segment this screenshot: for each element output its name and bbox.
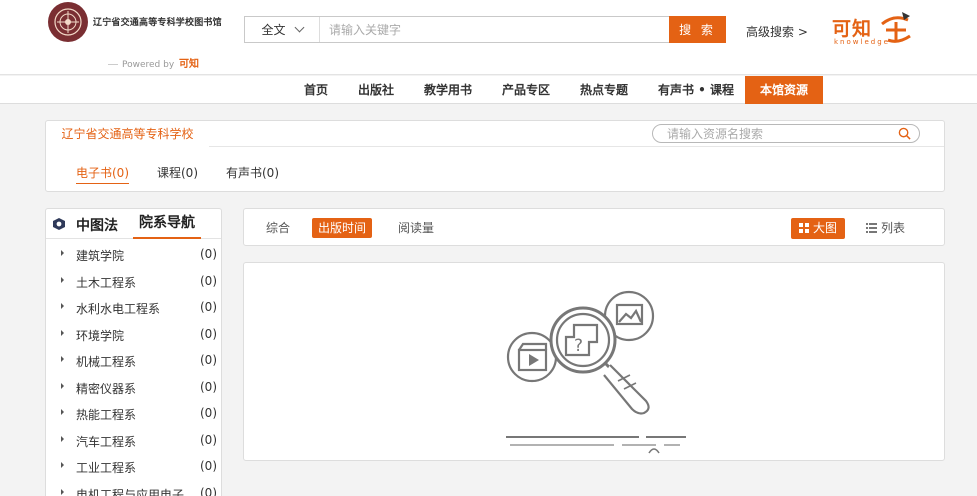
chevron-right-icon	[61, 277, 64, 283]
dept-count: (0)	[200, 459, 217, 473]
dept-name: 建筑学院	[76, 249, 125, 263]
school-tab[interactable]: 辽宁省交通高等专科学校	[46, 121, 209, 147]
dept-count: (0)	[200, 300, 217, 314]
resource-search-input[interactable]	[667, 125, 887, 142]
chevron-right-icon	[61, 462, 64, 468]
dept-name: 机械工程系	[76, 355, 137, 369]
dept-name: 土木工程系	[76, 276, 137, 290]
sort-bar: 综合 出版时间 阅读量 大图 列表	[243, 208, 945, 246]
powered-by-brand: 可知	[179, 59, 200, 70]
panel-divider	[209, 146, 944, 147]
sidebar-item-dept[interactable]: 建筑学院 (0)	[46, 241, 221, 267]
dept-name: 工业工程系	[76, 461, 137, 475]
sort-option-publish-date[interactable]: 出版时间	[312, 218, 373, 238]
brand-logo-subtext: knowledge	[834, 38, 890, 46]
nav-item-textbooks[interactable]: 教学用书	[424, 76, 472, 104]
filter-tab-audiobooks[interactable]: 有声书(0)	[226, 164, 279, 181]
dept-count: (0)	[200, 433, 217, 447]
category-sidebar: 中图法 院系导航 建筑学院 (0) 土木工程系 (0) 水利水电工程系 (0) 环境学…	[45, 208, 222, 496]
advanced-search-link[interactable]: 高级搜索 >	[746, 23, 808, 40]
dept-count: (0)	[200, 247, 217, 261]
nav-item-audio-courses[interactable]: 有声书 • 课程	[658, 76, 734, 104]
chevron-right-icon	[61, 383, 64, 389]
sidebar-item-dept[interactable]: 汽车工程系 (0)	[46, 427, 221, 453]
nav-item-hot-topics[interactable]: 热点专题	[580, 76, 628, 104]
sidebar-item-dept[interactable]: 环境学院 (0)	[46, 321, 221, 347]
list-icon	[866, 222, 877, 233]
dept-count: (0)	[200, 486, 217, 496]
view-list-label: 列表	[881, 221, 906, 235]
main-nav: 首页 出版社 教学用书 产品专区 热点专题 有声书 • 课程 本馆资源	[0, 76, 977, 104]
sidebar-item-dept[interactable]: 水利水电工程系 (0)	[46, 294, 221, 320]
chevron-down-icon	[294, 22, 304, 33]
seal-emblem-icon	[54, 8, 82, 36]
svg-text:?: ?	[574, 336, 583, 356]
resource-panel: 辽宁省交通高等专科学校 电子书(0) 课程(0) 有声书(0)	[45, 120, 945, 192]
sort-option-overall[interactable]: 综合	[266, 218, 290, 238]
sidebar-item-dept[interactable]: 热能工程系 (0)	[46, 400, 221, 426]
results-panel: ?	[243, 262, 945, 461]
library-logo-seal[interactable]	[48, 2, 88, 42]
brand-logo-text: 可知	[832, 18, 873, 40]
chevron-right-icon	[61, 489, 64, 495]
sidebar-tab-clc[interactable]: 中图法	[76, 215, 118, 235]
dept-count: (0)	[200, 353, 217, 367]
chevron-right-icon	[61, 356, 64, 362]
chevron-right-icon	[61, 330, 64, 336]
chevron-right-icon	[61, 303, 64, 309]
chevron-right-icon	[61, 250, 64, 256]
view-grid-label: 大图	[813, 221, 838, 235]
knowledge-brand-logo[interactable]: 可知 knowledge	[832, 8, 916, 48]
search-scope-select[interactable]: 全文	[245, 17, 320, 42]
sidebar-item-dept[interactable]: 电机工程与应用电子… (0)	[46, 480, 221, 496]
nav-item-library-resources[interactable]: 本馆资源	[745, 76, 823, 104]
chevron-right-icon	[61, 436, 64, 442]
view-list-button[interactable]: 列表	[866, 218, 905, 239]
dept-name: 水利水电工程系	[76, 302, 161, 316]
category-cube-icon	[53, 218, 65, 230]
library-name: 辽宁省交通高等专科学校图书馆	[93, 18, 222, 28]
dept-name: 电机工程与应用电子…	[76, 488, 194, 496]
nav-item-publishers[interactable]: 出版社	[358, 76, 394, 104]
empty-results-illustration-icon: ?	[506, 290, 686, 454]
grid-icon	[799, 222, 809, 233]
sidebar-tab-departments[interactable]: 院系导航	[133, 209, 201, 239]
dept-count: (0)	[200, 327, 217, 341]
dept-count: (0)	[200, 380, 217, 394]
nav-item-home[interactable]: 首页	[304, 76, 328, 104]
view-grid-button[interactable]: 大图	[791, 218, 846, 239]
powered-by-label: Powered by	[122, 60, 175, 70]
filter-tab-ebooks[interactable]: 电子书(0)	[76, 164, 129, 184]
sidebar-header: 中图法 院系导航	[46, 209, 221, 239]
dept-name: 环境学院	[76, 329, 125, 343]
dept-name: 热能工程系	[76, 408, 137, 422]
search-input[interactable]	[329, 17, 669, 42]
resource-search	[652, 124, 920, 143]
sidebar-item-dept[interactable]: 精密仪器系 (0)	[46, 374, 221, 400]
dept-name: 精密仪器系	[76, 382, 137, 396]
search-button[interactable]: 搜 索	[669, 16, 726, 43]
search-scope-value: 全文	[261, 23, 286, 37]
nav-item-products[interactable]: 产品专区	[502, 76, 550, 104]
filter-tab-courses[interactable]: 课程(0)	[157, 164, 198, 181]
search-icon[interactable]	[898, 127, 911, 140]
sidebar-item-dept[interactable]: 机械工程系 (0)	[46, 347, 221, 373]
sidebar-item-dept[interactable]: 土木工程系 (0)	[46, 268, 221, 294]
dept-name: 汽车工程系	[76, 435, 137, 449]
dept-count: (0)	[200, 406, 217, 420]
dept-count: (0)	[200, 274, 217, 288]
global-search: 全文 搜 索	[244, 16, 726, 43]
site-header: 辽宁省交通高等专科学校图书馆 Powered by 可知 全文 搜 索 高级搜索…	[0, 0, 977, 75]
chevron-right-icon	[61, 409, 64, 415]
powered-by: Powered by 可知	[108, 55, 199, 70]
sidebar-item-dept[interactable]: 工业工程系 (0)	[46, 453, 221, 479]
sort-option-reads[interactable]: 阅读量	[398, 218, 434, 238]
